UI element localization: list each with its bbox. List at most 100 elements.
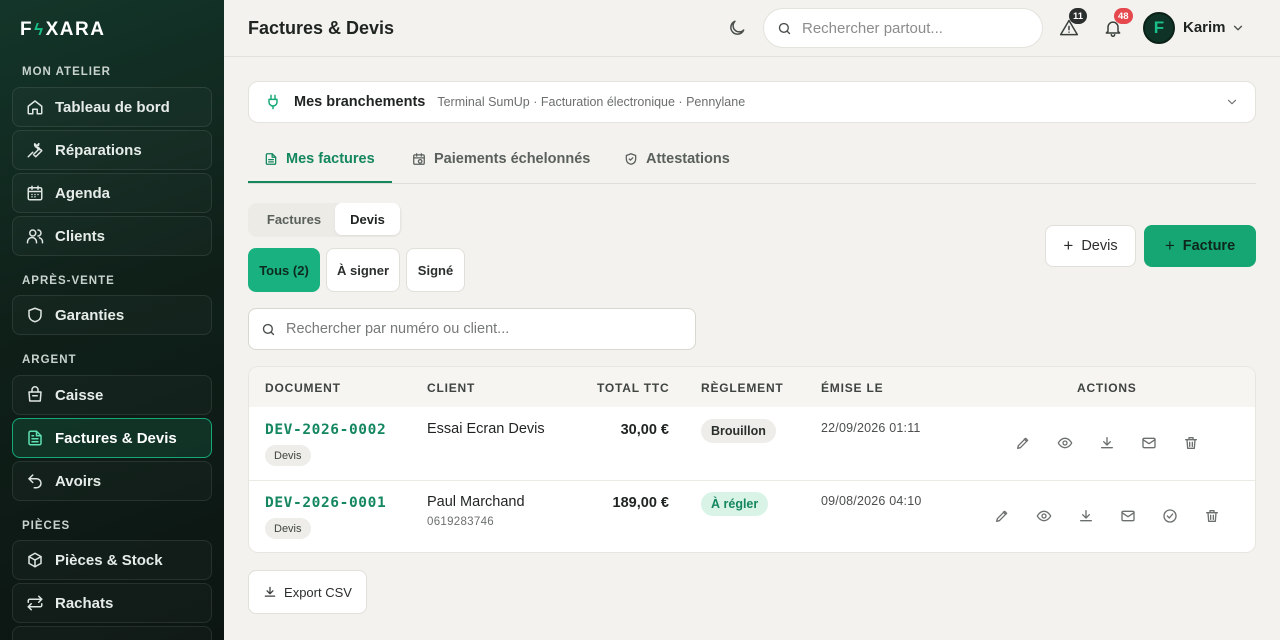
download-icon[interactable]: [1099, 435, 1115, 451]
sidebar-item-label: Tableau de bord: [55, 98, 170, 116]
pencil-icon[interactable]: [1015, 435, 1031, 451]
alerts-count-badge: 11: [1069, 8, 1088, 24]
pencil-icon[interactable]: [994, 508, 1010, 524]
sidebar-item-label: Pièces & Stock: [55, 551, 163, 569]
column-header-total: TOTAL TTC: [597, 381, 670, 395]
document-icon: [28, 430, 42, 446]
users-icon: [26, 229, 44, 244]
sidebar-item-agenda[interactable]: Agenda: [12, 173, 212, 213]
export-csv-button[interactable]: Export CSV: [248, 570, 367, 614]
mail-icon[interactable]: [1120, 508, 1136, 524]
sidebar-item-label: Garanties: [55, 306, 125, 324]
sidebar-item-label: Clients: [55, 227, 106, 245]
tab-label: Paiements échelonnés: [434, 151, 591, 167]
column-header-client: CLIENT: [427, 381, 476, 395]
sidebar-item-warranties[interactable]: Garanties: [12, 295, 212, 335]
filter-all[interactable]: Tous (2): [248, 248, 320, 292]
sidebar: Fϟ XARA MON ATELIER Tableau de bord Répar…: [0, 0, 224, 640]
trash-icon[interactable]: [1183, 435, 1199, 451]
client-phone: 0619283746: [427, 516, 494, 528]
undo-icon: [28, 474, 42, 489]
client-name: Essai Ecran Devis: [427, 421, 545, 437]
sidebar-item-clients[interactable]: Clients: [12, 216, 212, 256]
column-header-payment: RÈGLEMENT: [701, 381, 784, 395]
document-icon: [265, 153, 277, 165]
tab-label: Attestations: [646, 151, 730, 167]
trash-icon[interactable]: [1204, 508, 1220, 524]
chevron-down-icon[interactable]: [1231, 21, 1245, 35]
documents-table: DOCUMENT CLIENT TOTAL TTC RÈGLEMENT ÉMIS…: [248, 366, 1256, 553]
wrench-icon: [27, 142, 43, 158]
sidebar-item-credit-notes[interactable]: Avoirs: [12, 461, 212, 501]
connections-panel[interactable]: Mes branchements Terminal SumUp · Factur…: [248, 81, 1256, 123]
tab-my-invoices[interactable]: Mes factures: [264, 151, 375, 167]
tab-certificates[interactable]: Attestations: [624, 151, 730, 167]
avatar[interactable]: F: [1143, 12, 1175, 44]
active-tab-indicator: [248, 181, 392, 183]
segment-quotes[interactable]: Devis: [335, 203, 400, 235]
document-number-link[interactable]: DEV-2026-0002: [265, 422, 386, 438]
search-icon: [778, 22, 791, 34]
segment-invoices[interactable]: Factures: [255, 203, 333, 235]
sidebar-item-parts-stock[interactable]: Pièces & Stock: [12, 540, 212, 580]
column-header-issued: ÉMISE LE: [821, 381, 884, 395]
sidebar-item-buybacks[interactable]: Rachats: [12, 583, 212, 623]
connections-title: Mes branchements: [294, 94, 426, 110]
sidebar-item-dashboard[interactable]: Tableau de bord: [12, 87, 212, 127]
connections-subtitle: Terminal SumUp · Facturation électroniqu…: [437, 95, 746, 109]
sidebar-item-next[interactable]: [12, 626, 212, 640]
total-amount: 189,00 €: [612, 495, 669, 511]
filter-signed[interactable]: Signé: [406, 248, 465, 292]
column-header-document: DOCUMENT: [265, 381, 341, 395]
document-type-badge: Devis: [265, 445, 311, 466]
sidebar-item-label: Rachats: [55, 594, 114, 612]
tab-installments[interactable]: Paiements échelonnés: [412, 151, 590, 167]
register-icon: [28, 386, 42, 402]
row-divider: [249, 480, 1255, 481]
document-number-link[interactable]: DEV-2026-0001: [265, 495, 386, 511]
header-divider: [224, 56, 1280, 57]
sidebar-item-label: Avoirs: [55, 472, 102, 490]
moon-icon[interactable]: [727, 18, 747, 38]
sidebar-item-register[interactable]: Caisse: [12, 375, 212, 415]
button-label: Devis: [1081, 238, 1118, 254]
plus-icon: +: [1164, 236, 1175, 255]
new-quote-button[interactable]: + Devis: [1045, 225, 1136, 267]
document-search[interactable]: [248, 308, 696, 350]
sidebar-item-repairs[interactable]: Réparations: [12, 130, 212, 170]
user-name[interactable]: Karim: [1183, 19, 1226, 36]
client-name: Paul Marchand: [427, 494, 525, 510]
status-badge: Brouillon: [701, 419, 776, 443]
home-icon: [27, 100, 43, 115]
global-search[interactable]: [763, 8, 1043, 48]
calendar-icon: [27, 185, 43, 201]
eye-icon[interactable]: [1057, 435, 1073, 451]
filter-to-sign[interactable]: À signer: [326, 248, 400, 292]
plus-icon: +: [1063, 236, 1074, 255]
mail-icon[interactable]: [1141, 435, 1157, 451]
box-icon: [28, 552, 42, 568]
sidebar-item-label: Factures & Devis: [55, 429, 177, 447]
new-invoice-button[interactable]: + Facture: [1144, 225, 1256, 267]
download-icon: [264, 586, 276, 597]
chevron-down-icon[interactable]: [1225, 95, 1239, 109]
section-title-apres-vente: APRÈS-VENTE: [22, 275, 115, 287]
issued-date: 09/08/2026 04:10: [821, 494, 922, 508]
check-circle-icon[interactable]: [1162, 508, 1178, 524]
global-search-input[interactable]: [802, 19, 1022, 37]
app-logo[interactable]: Fϟ XARA: [20, 19, 105, 41]
download-icon[interactable]: [1078, 508, 1094, 524]
tabs-divider: [248, 183, 1256, 184]
page-title: Factures & Devis: [248, 18, 395, 38]
section-title-argent: ARGENT: [22, 354, 77, 366]
plug-icon: [268, 94, 278, 110]
eye-icon[interactable]: [1036, 508, 1052, 524]
document-type-badge: Devis: [265, 518, 311, 539]
sidebar-item-invoices-quotes[interactable]: Factures & Devis: [12, 418, 212, 458]
calendar-clock-icon: [413, 153, 425, 165]
document-search-input[interactable]: [286, 321, 686, 337]
total-amount: 30,00 €: [620, 422, 669, 438]
button-label: Facture: [1182, 238, 1236, 254]
notifications-count-badge: 48: [1114, 8, 1133, 24]
button-label: Export CSV: [284, 584, 352, 600]
